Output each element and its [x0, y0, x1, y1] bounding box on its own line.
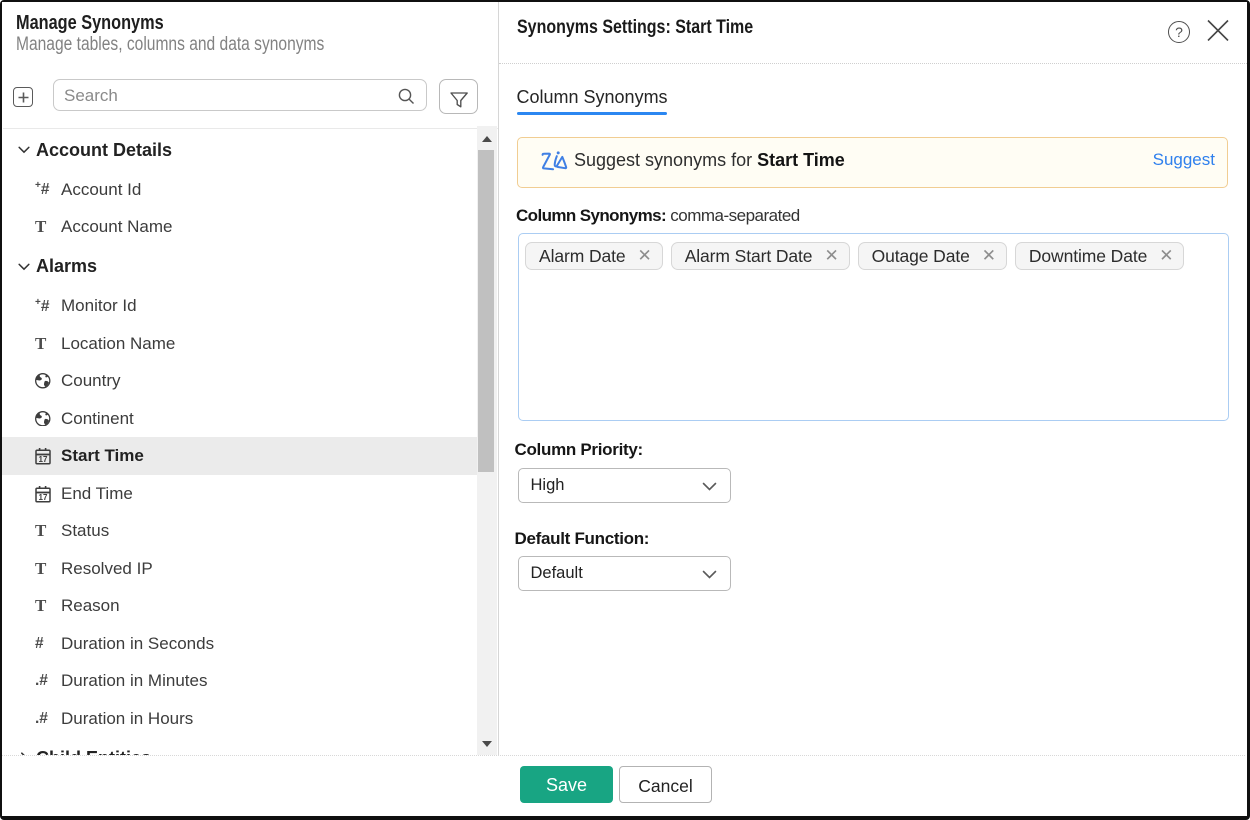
svg-text:17: 17 — [39, 455, 48, 464]
svg-text:17: 17 — [39, 492, 48, 501]
